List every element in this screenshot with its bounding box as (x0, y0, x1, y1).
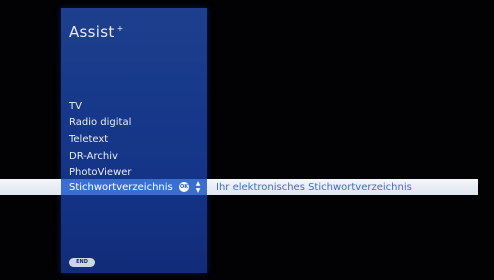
menu-item-teletext[interactable]: Teletext (69, 133, 108, 146)
menu-item-tv[interactable]: TV (69, 100, 82, 113)
menu-item-dr-archiv[interactable]: DR-Archiv (69, 150, 118, 163)
menu-title-mark: + (116, 24, 124, 33)
item-description: Ihr elektronisches Stichwortverzeichnis (216, 182, 412, 193)
up-down-arrows-icon: ▲ ▼ (194, 180, 202, 194)
menu-item-stichwortverzeichnis[interactable]: Stichwortverzeichnis (69, 181, 173, 194)
menu-title: Assist + (69, 23, 124, 41)
down-arrow-icon: ▼ (195, 187, 201, 194)
up-arrow-icon: ▲ (195, 180, 201, 187)
end-button[interactable]: END (69, 258, 95, 267)
menu-title-text: Assist (69, 23, 115, 41)
ok-button-icon: OK (179, 182, 189, 192)
tv-screen: Assist + TV Radio digital Teletext DR-Arc… (0, 0, 494, 280)
menu-item-radio-digital[interactable]: Radio digital (69, 116, 131, 129)
menu-item-photoviewer[interactable]: PhotoViewer (69, 166, 132, 179)
